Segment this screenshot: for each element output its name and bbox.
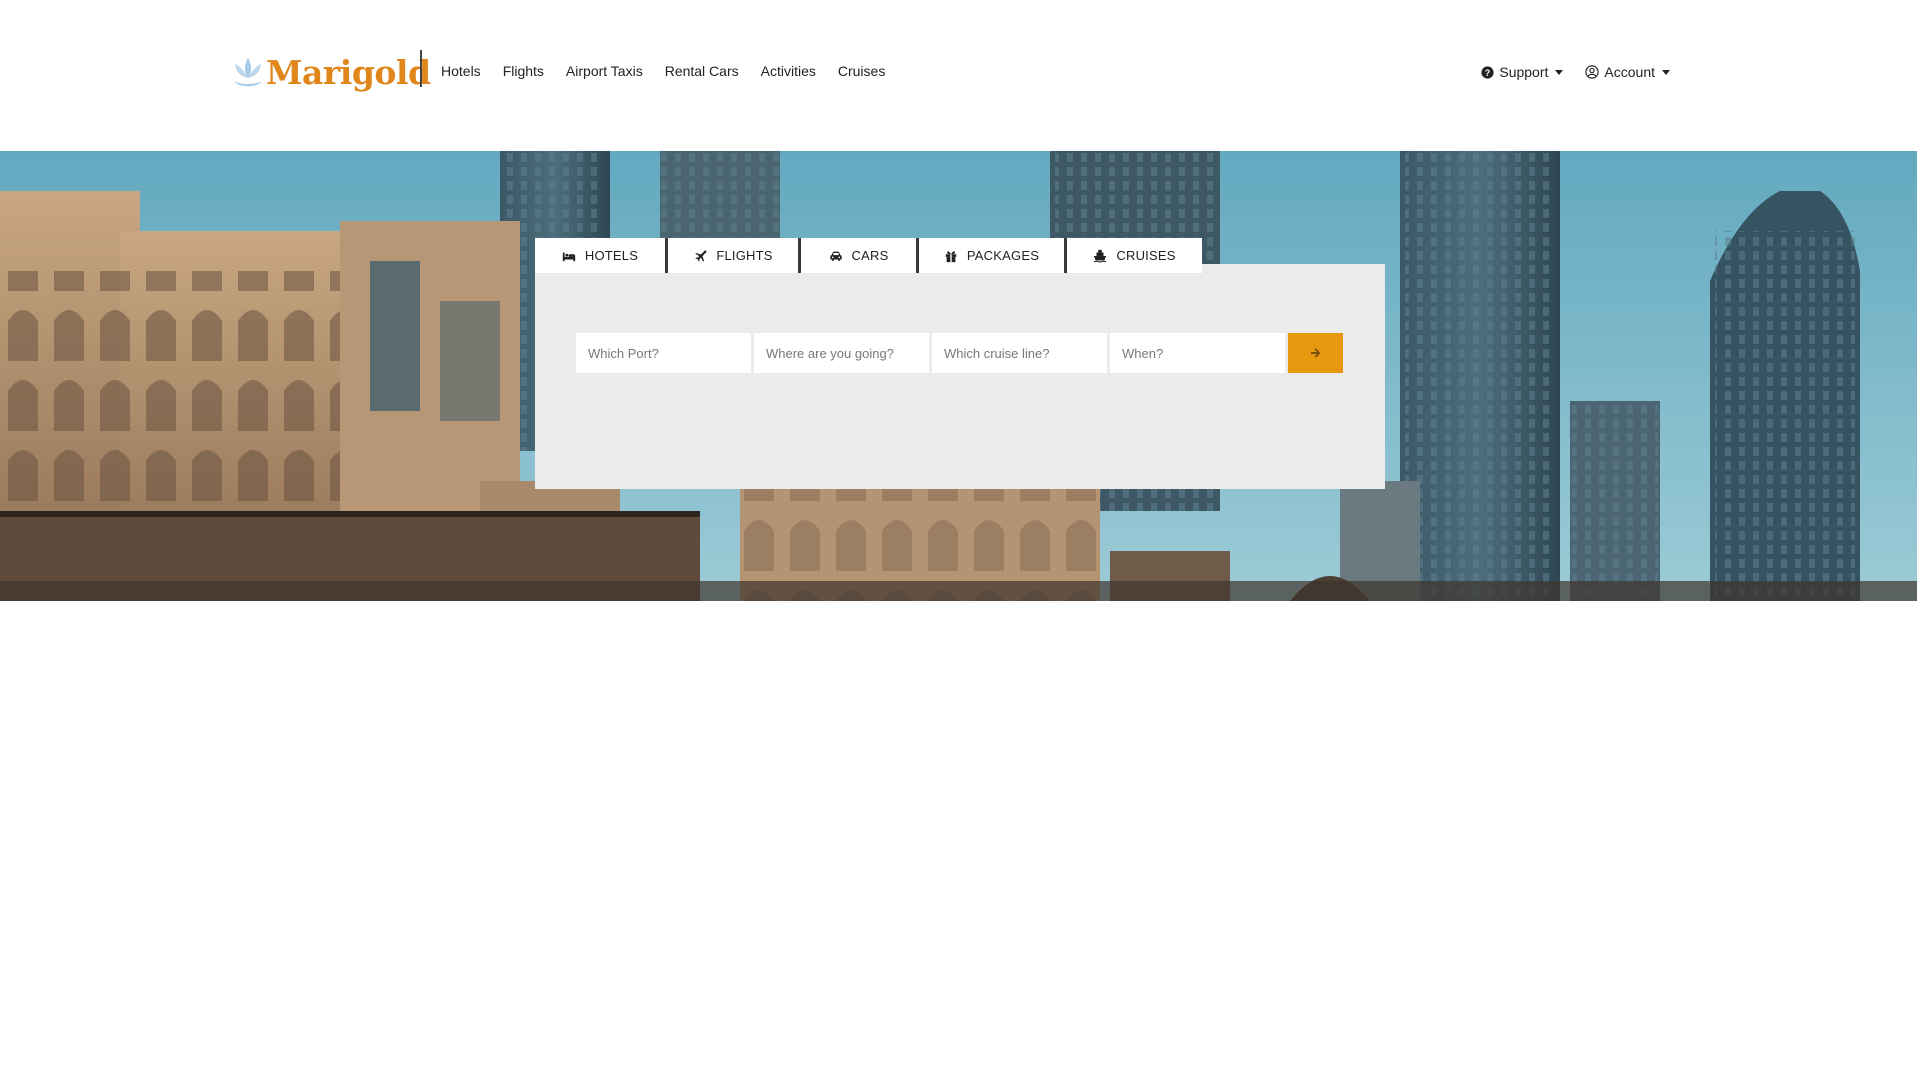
- nav-hotels[interactable]: Hotels: [441, 63, 481, 87]
- svg-text:?: ?: [1485, 67, 1490, 77]
- chevron-down-icon: [1662, 69, 1670, 75]
- tab-cruises-label: CRUISES: [1116, 248, 1176, 263]
- search-tabs: HOTELS FLIGHTS CARS PACKAGES CRUISES: [535, 238, 1202, 273]
- account-dropdown[interactable]: Account: [1585, 64, 1670, 80]
- ship-icon: [1093, 249, 1107, 263]
- brand-name: Marigold: [266, 52, 431, 92]
- car-icon: [829, 251, 842, 261]
- nav-activities[interactable]: Activities: [761, 63, 816, 87]
- cruise-search-form: [576, 333, 1343, 373]
- user-circle-icon: [1585, 65, 1600, 79]
- tab-cars[interactable]: CARS: [801, 238, 919, 273]
- chevron-down-icon: [1555, 69, 1564, 75]
- support-label: Support: [1499, 64, 1549, 80]
- date-input[interactable]: [1110, 333, 1285, 373]
- utility-nav: ? Support Account: [1481, 64, 1670, 80]
- search-panel: [535, 264, 1385, 489]
- support-dropdown[interactable]: ? Support: [1481, 64, 1564, 80]
- tab-flights-label: FLIGHTS: [716, 248, 773, 263]
- main-nav: Hotels Flights Airport Taxis Rental Cars…: [441, 63, 907, 87]
- tab-packages-label: PACKAGES: [966, 248, 1040, 263]
- arrow-right-icon: [1310, 348, 1321, 358]
- nav-cruises[interactable]: Cruises: [838, 63, 885, 87]
- port-input[interactable]: [576, 333, 751, 373]
- tab-cruises[interactable]: CRUISES: [1067, 238, 1202, 273]
- nav-airport-taxis[interactable]: Airport Taxis: [566, 63, 643, 87]
- tab-hotels-label: HOTELS: [584, 248, 639, 263]
- plane-icon: [695, 249, 707, 262]
- tab-flights[interactable]: FLIGHTS: [668, 238, 801, 273]
- lotus-flower-icon: [234, 58, 262, 87]
- search-submit-button[interactable]: [1288, 333, 1343, 373]
- destination-input[interactable]: [754, 333, 929, 373]
- site-header: Marigold Hotels Flights Airport Taxis Re…: [0, 0, 1917, 151]
- bed-icon: [562, 252, 576, 261]
- gift-icon: [945, 250, 957, 262]
- tab-packages[interactable]: PACKAGES: [919, 238, 1067, 273]
- brand-logo[interactable]: Marigold: [232, 52, 431, 92]
- cruise-line-input[interactable]: [932, 333, 1107, 373]
- tab-cars-label: CARS: [851, 248, 889, 263]
- account-label: Account: [1604, 64, 1655, 80]
- nav-rental-cars[interactable]: Rental Cars: [665, 63, 739, 87]
- header-divider: [420, 50, 422, 87]
- question-circle-icon: ?: [1481, 65, 1494, 79]
- tab-hotels[interactable]: HOTELS: [535, 238, 668, 273]
- nav-flights[interactable]: Flights: [503, 63, 544, 87]
